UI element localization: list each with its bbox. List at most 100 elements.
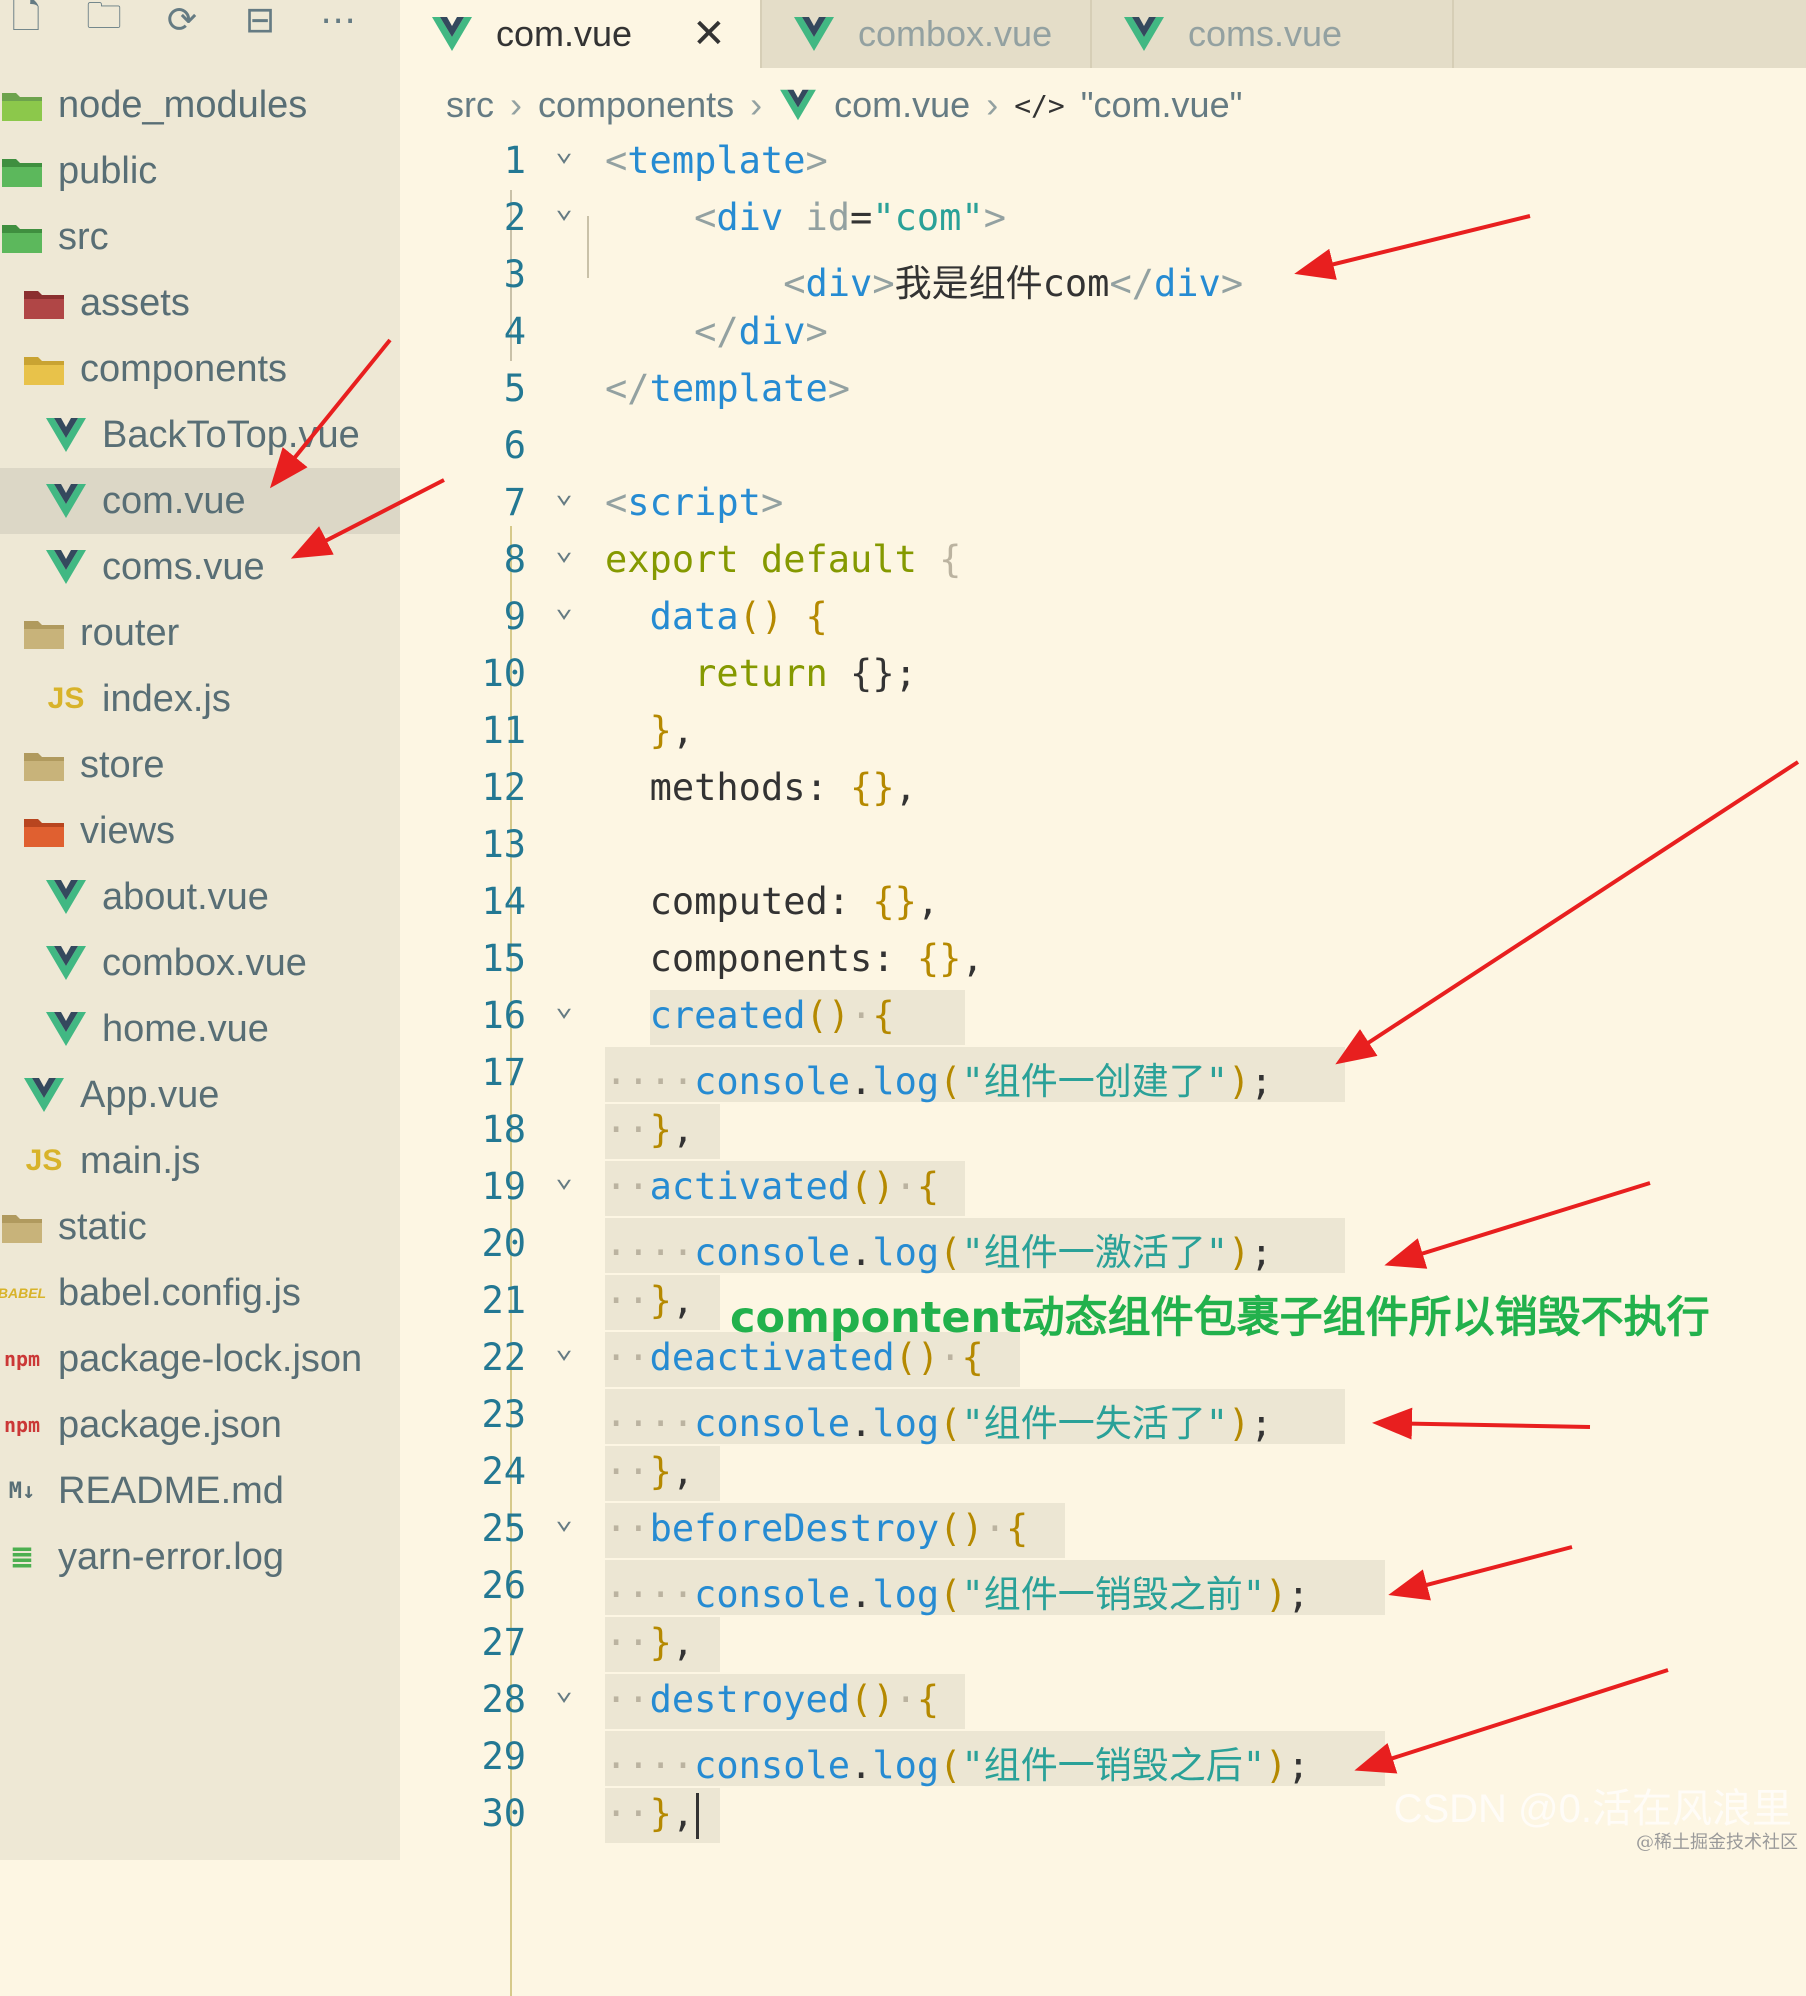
code-token: ( (939, 1402, 961, 1445)
tree-item[interactable]: com.vue (0, 468, 400, 534)
fold-chevron-icon[interactable]: ⌄ (555, 133, 573, 168)
line-number: 29 (400, 1735, 526, 1778)
code-line[interactable]: 9⌄ data() { (400, 589, 1806, 646)
fold-chevron-icon[interactable]: ⌄ (555, 1159, 573, 1194)
new-folder-icon[interactable]: 🗀 (82, 0, 126, 51)
explorer-sidebar: 🗋 🗀 ⟳ ⊟ ⋯ node_modulespublicsrcassetscom… (0, 0, 400, 1860)
breadcrumb-file[interactable]: com.vue (834, 84, 970, 126)
tree-item[interactable]: home.vue (0, 996, 400, 1062)
code-line[interactable]: 12 methods: {}, (400, 760, 1806, 817)
collapse-icon[interactable]: ⊟ (238, 0, 282, 41)
code-text: <div id="com"> (605, 196, 1006, 239)
more-icon[interactable]: ⋯ (316, 0, 360, 41)
code-token: ( (939, 1744, 961, 1787)
refresh-icon[interactable]: ⟳ (160, 0, 204, 41)
code-token: , (895, 766, 917, 809)
vue-file-icon (1122, 15, 1166, 53)
fold-chevron-icon[interactable]: ⌄ (555, 1330, 573, 1365)
tree-item[interactable]: npmpackage-lock.json (0, 1326, 400, 1392)
tree-item-label: store (80, 744, 164, 787)
tree-item[interactable]: store (0, 732, 400, 798)
code-line[interactable]: 3 <div>我是组件com</div> (400, 247, 1806, 304)
code-line[interactable]: 5</template> (400, 361, 1806, 418)
code-token: > (806, 139, 828, 182)
close-icon[interactable]: ✕ (692, 11, 726, 57)
code-token: "组件一创建了" (961, 1060, 1228, 1103)
fold-chevron-icon[interactable]: ⌄ (555, 532, 573, 567)
tree-item[interactable]: JSindex.js (0, 666, 400, 732)
tree-item[interactable]: router (0, 600, 400, 666)
tree-item[interactable]: assets (0, 270, 400, 336)
fold-chevron-icon[interactable]: ⌄ (555, 988, 573, 1023)
code-line[interactable]: 7⌄<script> (400, 475, 1806, 532)
tree-item[interactable]: node_modules (0, 72, 400, 138)
code-line[interactable]: 27··}, (400, 1615, 1806, 1672)
tree-item[interactable]: coms.vue (0, 534, 400, 600)
code-line[interactable]: 20····console.log("组件一激活了"); (400, 1216, 1806, 1273)
breadcrumb-symbol[interactable]: "com.vue" (1081, 84, 1243, 126)
tree-item[interactable]: views (0, 798, 400, 864)
fold-chevron-icon[interactable]: ⌄ (555, 1501, 573, 1536)
code-line[interactable]: 8⌄export default { (400, 532, 1806, 589)
code-line[interactable]: 25⌄··beforeDestroy()·{ (400, 1501, 1806, 1558)
code-line[interactable]: 14 computed: {}, (400, 874, 1806, 931)
code-line[interactable]: 24··}, (400, 1444, 1806, 1501)
code-token: </ (605, 367, 650, 410)
code-token: beforeDestroy (650, 1507, 940, 1550)
code-line[interactable]: 13 (400, 817, 1806, 874)
fold-chevron-icon[interactable]: ⌄ (555, 190, 573, 225)
tree-item[interactable]: App.vue (0, 1062, 400, 1128)
babel-file-icon: BABEL (0, 1271, 44, 1315)
code-token: ) (1228, 1231, 1250, 1274)
code-line[interactable]: 18··}, (400, 1102, 1806, 1159)
tree-item[interactable]: components (0, 336, 400, 402)
code-token: { (917, 1678, 939, 1721)
code-editor[interactable]: 1⌄<template>2⌄ <div id="com">3 <div>我是组件… (400, 133, 1806, 1843)
code-token: () (850, 1165, 895, 1208)
code-line[interactable]: 17····console.log("组件一创建了"); (400, 1045, 1806, 1102)
code-line[interactable]: 16⌄ created()·{ (400, 988, 1806, 1045)
code-line[interactable]: 26····console.log("组件一销毁之前"); (400, 1558, 1806, 1615)
breadcrumb-components[interactable]: components (538, 84, 734, 126)
code-line[interactable]: 1⌄<template> (400, 133, 1806, 190)
tree-item[interactable]: JSmain.js (0, 1128, 400, 1194)
tree-item[interactable]: BackToTop.vue (0, 402, 400, 468)
code-text: ··}, (605, 1108, 694, 1151)
code-token: ) (1265, 1573, 1287, 1616)
code-token: created (650, 994, 806, 1037)
fold-chevron-icon[interactable]: ⌄ (555, 589, 573, 624)
code-token: () (806, 994, 851, 1037)
code-line[interactable]: 23····console.log("组件一失活了"); (400, 1387, 1806, 1444)
editor-tab[interactable]: com.vue✕ (400, 0, 762, 68)
code-line[interactable]: 6 (400, 418, 1806, 475)
code-line[interactable]: 4 </div> (400, 304, 1806, 361)
new-file-icon[interactable]: 🗋 (4, 0, 48, 51)
fold-chevron-icon[interactable]: ⌄ (555, 475, 573, 510)
tree-item[interactable]: public (0, 138, 400, 204)
code-line[interactable]: 19⌄··activated()·{ (400, 1159, 1806, 1216)
code-token: data (650, 595, 739, 638)
tree-item-label: coms.vue (102, 546, 265, 589)
tree-item[interactable]: BABELbabel.config.js (0, 1260, 400, 1326)
editor-tab[interactable]: combox.vue (762, 0, 1092, 68)
tree-item[interactable]: about.vue (0, 864, 400, 930)
code-line[interactable]: 15 components: {}, (400, 931, 1806, 988)
fold-chevron-icon[interactable]: ⌄ (555, 1672, 573, 1707)
tree-item[interactable]: src (0, 204, 400, 270)
breadcrumb-src[interactable]: src (446, 84, 494, 126)
tree-item[interactable]: npmpackage.json (0, 1392, 400, 1458)
code-token: ···· (605, 1231, 694, 1274)
tree-item[interactable]: M↓README.md (0, 1458, 400, 1524)
tree-item[interactable]: combox.vue (0, 930, 400, 996)
code-line[interactable]: 28⌄··destroyed()·{ (400, 1672, 1806, 1729)
tree-item[interactable]: ≣yarn-error.log (0, 1524, 400, 1590)
folder-icon (0, 1205, 44, 1249)
line-number: 6 (400, 424, 526, 467)
code-line[interactable]: 11 }, (400, 703, 1806, 760)
code-token: ·· (605, 1792, 650, 1835)
code-line[interactable]: 2⌄ <div id="com"> (400, 190, 1806, 247)
node-folder-icon (0, 83, 44, 127)
code-line[interactable]: 10 return {}; (400, 646, 1806, 703)
editor-tab[interactable]: coms.vue (1092, 0, 1454, 68)
tree-item[interactable]: static (0, 1194, 400, 1260)
